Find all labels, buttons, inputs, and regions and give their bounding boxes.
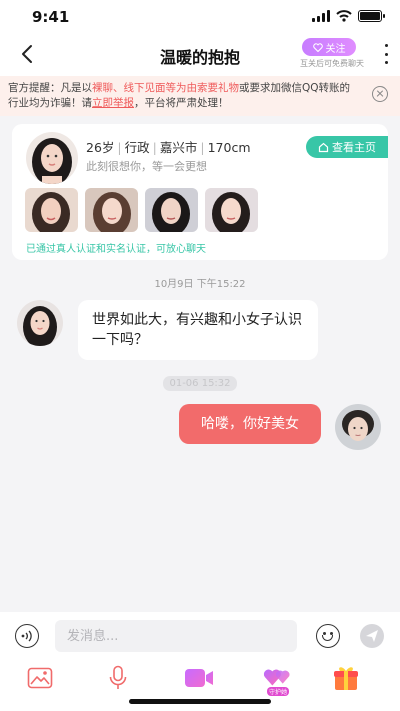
notice-text-1: 官方提醒：凡是以 bbox=[8, 82, 92, 94]
status-time: 9:41 bbox=[32, 8, 70, 26]
notice-highlight: 裸聊、线下见面等为由索要礼物 bbox=[92, 82, 239, 94]
wifi-icon bbox=[336, 10, 352, 22]
close-notice-icon[interactable] bbox=[372, 86, 388, 102]
microphone-icon bbox=[109, 665, 127, 689]
profile-card: 26岁 | 行政 | 嘉兴市 | 170cm 此刻很想你，等一会更想 查看主页 已通过真人认… bbox=[12, 124, 388, 260]
homepage-label: 查看主页 bbox=[332, 141, 376, 154]
follow-tip: 互关后可免费聊天 bbox=[300, 59, 364, 68]
sender-avatar[interactable] bbox=[17, 300, 63, 346]
home-icon bbox=[318, 142, 329, 152]
nav-bar: 温暖的抱抱 关注 互关后可免费聊天 bbox=[0, 34, 400, 76]
profile-height: 170cm bbox=[207, 140, 251, 155]
view-homepage-button[interactable]: 查看主页 bbox=[306, 136, 388, 158]
profile-job: 行政 bbox=[124, 140, 150, 155]
home-indicator bbox=[129, 699, 271, 704]
gallery-photo[interactable] bbox=[25, 188, 78, 232]
gallery-photo[interactable] bbox=[85, 188, 138, 232]
status-bar: 9:41 bbox=[0, 0, 400, 34]
message-input[interactable] bbox=[55, 620, 297, 652]
image-button[interactable] bbox=[24, 662, 56, 694]
send-icon bbox=[366, 630, 378, 642]
report-link[interactable]: 立即举报 bbox=[92, 97, 134, 109]
video-icon bbox=[185, 669, 213, 687]
guard-badge: 守护她 bbox=[267, 687, 290, 696]
status-icons bbox=[312, 10, 385, 22]
more-options-icon[interactable] bbox=[382, 44, 390, 64]
guard-button[interactable]: 守护她 bbox=[262, 662, 294, 696]
battery-icon bbox=[358, 10, 385, 22]
gallery-photo[interactable] bbox=[145, 188, 198, 232]
chat-timestamp-faded: 01-06 15:32 bbox=[163, 376, 237, 391]
profile-quote: 此刻很想你，等一会更想 bbox=[86, 160, 207, 173]
gallery-photo[interactable] bbox=[205, 188, 258, 232]
profile-avatar[interactable] bbox=[26, 132, 78, 184]
signal-icon bbox=[312, 10, 330, 22]
safety-notice: 官方提醒：凡是以裸聊、线下见面等为由索要礼物或要求加微信QQ转账的行业均为诈骗！… bbox=[0, 76, 400, 116]
photo-gallery bbox=[25, 188, 258, 232]
gift-icon bbox=[334, 667, 358, 690]
profile-info: 26岁 | 行政 | 嘉兴市 | 170cm bbox=[86, 140, 251, 155]
input-bar: 守护她 bbox=[0, 612, 400, 711]
notice-text-3: ，平台将严肃处理！ bbox=[134, 97, 229, 109]
image-icon bbox=[27, 667, 53, 689]
follow-button[interactable]: 关注 bbox=[302, 38, 356, 56]
send-button[interactable] bbox=[360, 624, 384, 648]
my-avatar[interactable] bbox=[335, 404, 381, 450]
chat-timestamp: 10月9日 下午15:22 bbox=[154, 279, 246, 290]
voice-message-button[interactable] bbox=[102, 662, 134, 694]
heart-icon bbox=[312, 42, 323, 52]
verified-text: 已通过真人认证和实名认证，可放心聊天 bbox=[26, 244, 206, 255]
received-bubble: 世界如此大，有兴趣和小女子认识一下吗？ bbox=[78, 300, 318, 360]
chat-toolbar: 守护她 bbox=[0, 662, 400, 696]
gift-button[interactable] bbox=[330, 662, 362, 694]
profile-age: 26岁 bbox=[86, 140, 115, 155]
voice-input-icon[interactable] bbox=[15, 624, 39, 648]
follow-label: 关注 bbox=[325, 43, 346, 55]
sent-bubble: 哈喽，你好美女 bbox=[179, 404, 321, 444]
emoji-icon[interactable] bbox=[316, 624, 340, 648]
video-call-button[interactable] bbox=[183, 662, 215, 694]
profile-city: 嘉兴市 bbox=[159, 140, 198, 155]
